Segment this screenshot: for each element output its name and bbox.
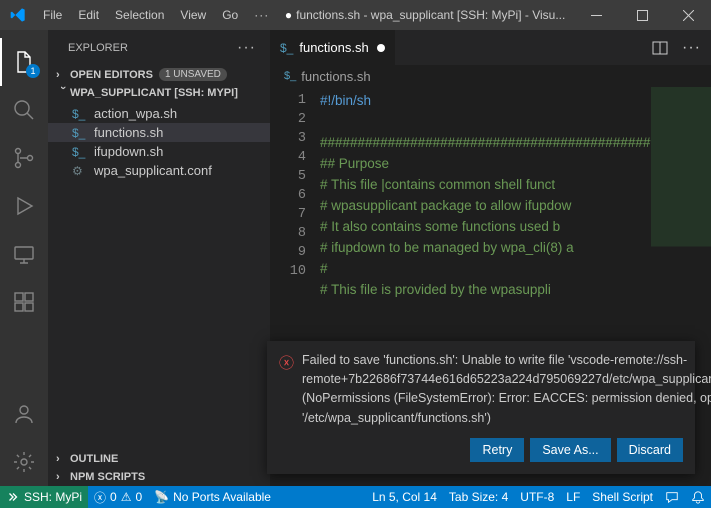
problems-indicator[interactable]: ⓧ0 ⚠0 (88, 486, 148, 508)
status-bar: SSH: MyPi ⓧ0 ⚠0 📡 No Ports Available Ln … (0, 486, 711, 508)
file-item[interactable]: $_action_wpa.sh (48, 104, 270, 123)
editor-more-icon[interactable]: ··· (682, 39, 701, 57)
accounts-icon[interactable] (0, 390, 48, 438)
file-item[interactable]: ⚙wpa_supplicant.conf (48, 161, 270, 180)
menu-edit[interactable]: Edit (70, 8, 107, 22)
menu-bar: File Edit Selection View Go ··· (35, 8, 277, 22)
window-controls (573, 0, 711, 30)
remote-indicator[interactable]: SSH: MyPi (0, 486, 88, 508)
shell-file-icon: $_ (72, 126, 90, 140)
chevron-right-icon: › (56, 453, 70, 465)
notification-message: Failed to save 'functions.sh': Unable to… (302, 351, 711, 429)
ports-indicator[interactable]: 📡 No Ports Available (148, 486, 277, 508)
menu-file[interactable]: File (35, 8, 70, 22)
tab-size[interactable]: Tab Size: 4 (443, 486, 514, 508)
language-mode[interactable]: Shell Script (586, 486, 659, 508)
extensions-icon[interactable] (0, 278, 48, 326)
explorer-icon[interactable]: 1 (0, 38, 48, 86)
run-debug-icon[interactable] (0, 182, 48, 230)
breadcrumb[interactable]: $_ functions.sh (270, 65, 711, 87)
cursor-position[interactable]: Ln 5, Col 14 (366, 486, 443, 508)
source-control-icon[interactable] (0, 134, 48, 182)
editor-tab[interactable]: $_ functions.sh (270, 30, 395, 65)
dirty-indicator-icon: ● (285, 8, 292, 22)
warning-count-icon: ⚠ (121, 490, 132, 504)
explorer-badge: 1 (26, 64, 40, 78)
unsaved-badge: 1 UNSAVED (159, 68, 227, 81)
sidebar-title: EXPLORER (68, 42, 128, 54)
file-item[interactable]: $_ifupdown.sh (48, 142, 270, 161)
dirty-dot-icon (377, 44, 385, 52)
error-icon: ⓧ (279, 352, 294, 373)
feedback-icon[interactable] (659, 486, 685, 508)
shell-file-icon: $_ (72, 107, 90, 121)
gear-file-icon: ⚙ (72, 164, 90, 178)
activity-bar: 1 (0, 30, 48, 486)
split-editor-icon[interactable] (652, 40, 668, 56)
encoding[interactable]: UTF-8 (514, 486, 560, 508)
error-notification: ⓧ Failed to save 'functions.sh': Unable … (267, 341, 695, 475)
menu-go[interactable]: Go (214, 8, 246, 22)
open-editors-section[interactable]: › OPEN EDITORS 1 UNSAVED (48, 65, 270, 84)
vscode-logo-icon (0, 7, 35, 23)
remote-explorer-icon[interactable] (0, 230, 48, 278)
menu-selection[interactable]: Selection (107, 8, 172, 22)
npm-scripts-section[interactable]: ›NPM SCRIPTS (48, 468, 270, 486)
search-icon[interactable] (0, 86, 48, 134)
minimize-button[interactable] (573, 0, 619, 30)
title-bar: File Edit Selection View Go ··· ●functio… (0, 0, 711, 30)
bell-icon[interactable] (685, 486, 711, 508)
sidebar-more-icon[interactable]: ··· (237, 39, 256, 57)
chevron-right-icon: › (56, 69, 70, 81)
retry-button[interactable]: Retry (470, 438, 524, 462)
shell-file-icon: $_ (280, 41, 293, 55)
explorer-sidebar: EXPLORER ··· › OPEN EDITORS 1 UNSAVED › … (48, 30, 270, 486)
eol[interactable]: LF (560, 486, 586, 508)
save-as-button[interactable]: Save As... (530, 438, 610, 462)
file-item[interactable]: $_functions.sh (48, 123, 270, 142)
folder-root-section[interactable]: › WPA_SUPPLICANT [SSH: MYPI] (48, 84, 270, 102)
file-tree: $_action_wpa.sh $_functions.sh $_ifupdow… (48, 102, 270, 182)
window-title: ●functions.sh - wpa_supplicant [SSH: MyP… (277, 8, 573, 22)
menu-view[interactable]: View (172, 8, 214, 22)
outline-section[interactable]: ›OUTLINE (48, 450, 270, 468)
shell-file-icon: $_ (72, 145, 90, 159)
settings-gear-icon[interactable] (0, 438, 48, 486)
maximize-button[interactable] (619, 0, 665, 30)
chevron-right-icon: › (56, 471, 70, 483)
error-count-icon: ⓧ (94, 489, 106, 506)
chevron-down-icon: › (57, 86, 69, 100)
radio-tower-icon: 📡 (154, 490, 169, 504)
shell-file-icon: $_ (284, 70, 296, 82)
close-button[interactable] (665, 0, 711, 30)
editor-tabs: $_ functions.sh ··· (270, 30, 711, 65)
menu-overflow[interactable]: ··· (246, 8, 277, 22)
discard-button[interactable]: Discard (617, 438, 683, 462)
